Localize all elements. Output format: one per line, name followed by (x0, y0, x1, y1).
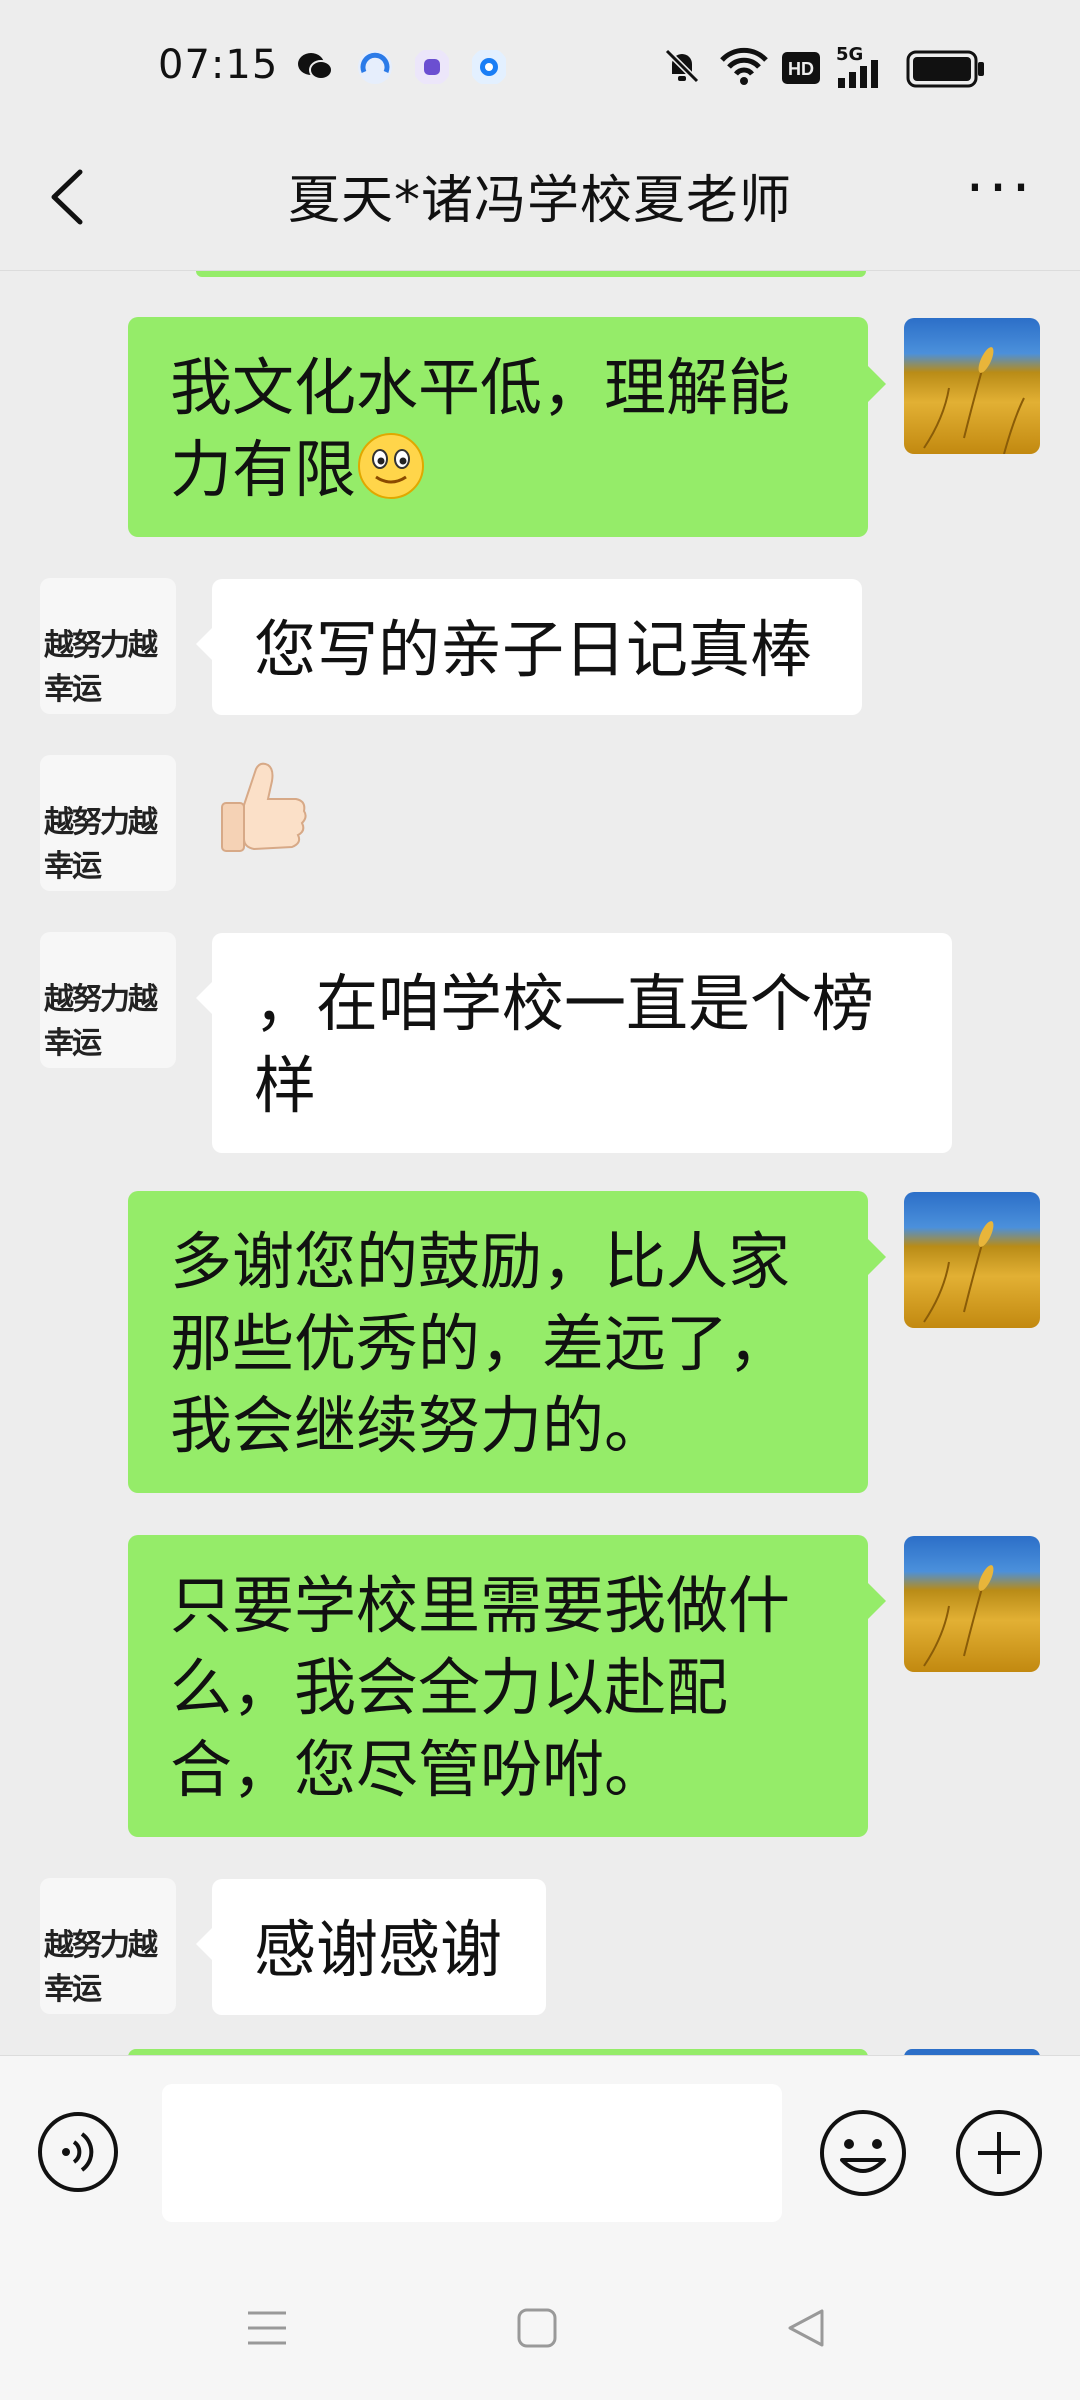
input-bar (0, 2055, 1080, 2256)
message-bubble[interactable]: ，在咱学校一直是个榜样 (212, 933, 952, 1153)
message-text: 只要学校里需要我做什么，我会全力以赴配合，您尽管吩咐。 (170, 1569, 791, 1806)
hd-icon: HD (782, 52, 820, 84)
bubble-tail (868, 366, 886, 402)
app-icon (472, 50, 506, 84)
status-time: 07:15 (158, 42, 279, 88)
message-text: 多谢您的鼓励，比人家那些优秀的，差远了，我会继续努力的。 (170, 1225, 791, 1462)
avatar-logo-text: 越努力越幸运 (44, 982, 158, 1061)
avatar-logo-text: 越努力越幸运 (44, 805, 158, 884)
message-bubble[interactable]: 多谢您的鼓励，比人家那些优秀的，差远了，我会继续努力的。 (128, 1191, 868, 1493)
my-avatar[interactable] (904, 1192, 1040, 1328)
wifi-icon (720, 47, 768, 85)
more-icon[interactable]: ··· (960, 158, 1040, 228)
bubble-tail (868, 1583, 886, 1619)
contact-avatar[interactable]: 越努力越幸运 (40, 1878, 176, 2014)
system-nav-bar (0, 2255, 1080, 2400)
app-icon (415, 50, 449, 84)
signal-icon (838, 60, 878, 88)
message-text: 感谢感谢 (254, 1913, 503, 1986)
wheat-field-image (923, 1565, 994, 1667)
contact-avatar[interactable]: 越努力越幸运 (40, 578, 176, 714)
plus-icon[interactable] (954, 2108, 1044, 2198)
chat-header: 夏天*诸冯学校夏老师 ··· (0, 130, 1080, 271)
message-bubble[interactable]: 我文化水平低，理解能力有限 (128, 317, 868, 537)
my-avatar[interactable] (904, 318, 1040, 454)
contact-avatar[interactable]: 越努力越幸运 (40, 932, 176, 1068)
message-input[interactable] (162, 2084, 782, 2222)
battery-icon (906, 50, 984, 88)
back-triangle-icon[interactable] (782, 2303, 832, 2353)
mute-icon (664, 48, 700, 84)
contact-avatar[interactable]: 越努力越幸运 (40, 755, 176, 891)
message-bubble[interactable]: 您写的亲子日记真棒 (212, 579, 862, 715)
message-text: 您写的亲子日记真棒 (254, 613, 813, 686)
smile-emoji-icon (358, 433, 425, 499)
status-bar: 07:15 HD 5G (0, 0, 1080, 130)
wheat-field-image (923, 347, 1025, 454)
my-avatar[interactable] (904, 1536, 1040, 1672)
message-text: 我文化水平低，理解能力有限 (170, 351, 791, 506)
menu-icon[interactable] (242, 2303, 292, 2353)
chat-title: 夏天*诸冯学校夏老师 (287, 171, 792, 231)
message-bubble[interactable]: 感谢感谢 (212, 1879, 546, 2015)
avatar-logo-text: 越努力越幸运 (44, 1928, 158, 2007)
previous-bubble-edge (196, 271, 866, 277)
bubble-tail (868, 1239, 886, 1275)
wheat-field-image (923, 1221, 994, 1323)
message-list[interactable]: 我文化水平低，理解能力有限 越努力越幸运 您写的亲子日记真棒 越努力越幸运 越努… (0, 271, 1080, 2055)
avatar-logo-text: 越努力越幸运 (44, 628, 158, 707)
home-icon[interactable] (512, 2303, 562, 2353)
emoji-icon[interactable] (818, 2108, 908, 2198)
browser-icon (358, 50, 392, 84)
message-text: ，在咱学校一直是个榜样 (254, 967, 875, 1122)
thumbs-up-icon[interactable] (214, 759, 314, 869)
hd-label: HD (788, 59, 814, 79)
message-bubble[interactable]: 只要学校里需要我做什么，我会全力以赴配合，您尽管吩咐。 (128, 1535, 868, 1837)
voice-icon[interactable] (36, 2110, 120, 2194)
wechat-icon (298, 53, 333, 80)
